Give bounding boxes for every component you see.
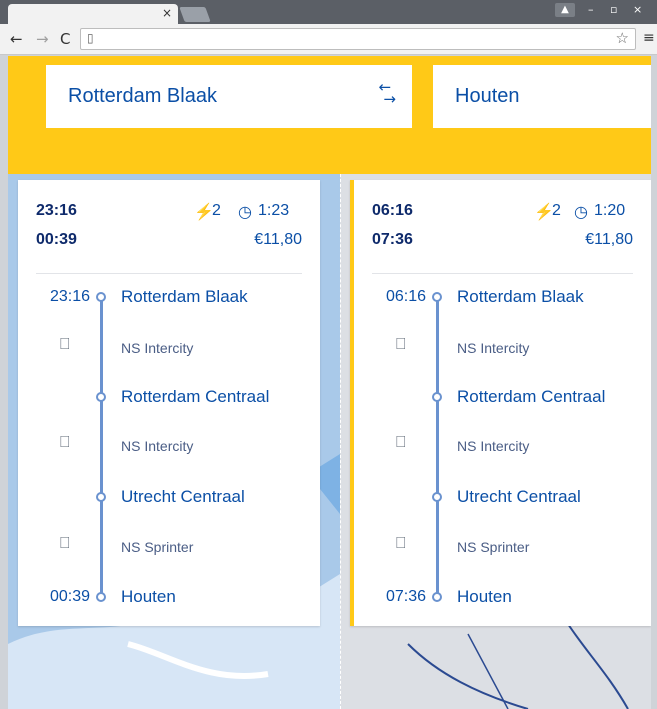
stop-time: 23:16	[49, 288, 90, 305]
map-road	[407, 643, 529, 709]
departure-time: 23:16	[36, 202, 77, 219]
stop-name[interactable]: Rotterdam Blaak	[457, 287, 584, 307]
bookmark-star-icon[interactable]: ☆	[616, 29, 629, 47]
transfer-count: 2	[552, 202, 561, 219]
train-icon: ⎕	[60, 533, 70, 552]
transfers-icon: ⚡	[194, 204, 214, 221]
stop-name[interactable]: Rotterdam Centraal	[457, 387, 605, 407]
search-band: Rotterdam Blaak ← → Houten	[8, 56, 651, 174]
duration: 1:20	[594, 202, 626, 219]
browser-window: × ▲ – ▫ × ← → C ▯ ☆ ≡ Rotterdam Blaak ← …	[0, 0, 657, 709]
stop-name[interactable]: Houten	[121, 587, 176, 607]
transfers-icon: ⚡	[534, 204, 554, 221]
train-icon: ⎕	[396, 334, 406, 353]
train-icon: ⎕	[396, 432, 406, 451]
train-icon: ⎕	[60, 432, 70, 451]
train-type: NS Intercity	[457, 438, 530, 454]
train-type: NS Sprinter	[457, 539, 530, 555]
stop-name[interactable]: Houten	[457, 587, 512, 607]
route-node	[432, 392, 442, 402]
user-profile-icon[interactable]: ▲	[555, 3, 575, 17]
reload-icon[interactable]: C	[60, 30, 70, 48]
map-road	[467, 633, 509, 709]
arrival-time: 07:36	[372, 231, 413, 248]
price: €11,80	[254, 231, 302, 248]
browser-tab[interactable]: ×	[8, 4, 178, 24]
clock-icon: ◷	[238, 204, 252, 221]
stop-name[interactable]: Rotterdam Blaak	[121, 287, 248, 307]
route-node	[432, 492, 442, 502]
to-station-text: Houten	[455, 85, 520, 107]
route-line	[436, 297, 439, 597]
departure-time: 06:16	[372, 202, 413, 219]
train-type: NS Intercity	[121, 340, 194, 356]
separator	[36, 273, 302, 274]
arrival-time: 00:39	[36, 231, 77, 248]
page-viewport: Rotterdam Blaak ← → Houten 23:16 00:39 ⚡…	[8, 56, 651, 709]
address-bar[interactable]: ▯ ☆	[80, 28, 636, 50]
stop-name[interactable]: Utrecht Centraal	[121, 487, 245, 507]
minimize-icon[interactable]: –	[588, 3, 594, 16]
train-type: NS Sprinter	[121, 539, 194, 555]
browser-toolbar: ← → C ▯ ☆ ≡	[0, 24, 657, 55]
route-node	[432, 592, 442, 602]
title-bar: × ▲ – ▫ ×	[0, 0, 657, 24]
stop-time: 07:36	[385, 588, 426, 605]
price: €11,80	[585, 231, 633, 248]
trip-card[interactable]: 23:16 00:39 ⚡ 2 ◷ 1:23 €11,80 23:16 Rott…	[18, 180, 320, 626]
train-icon: ⎕	[60, 334, 70, 353]
page-icon: ▯	[87, 31, 94, 45]
train-icon: ⎕	[396, 533, 406, 552]
transfer-count: 2	[212, 202, 221, 219]
back-icon[interactable]: ←	[10, 30, 23, 48]
from-station-text: Rotterdam Blaak	[68, 85, 217, 107]
train-type: NS Intercity	[121, 438, 194, 454]
route-node	[96, 392, 106, 402]
stop-name[interactable]: Rotterdam Centraal	[121, 387, 269, 407]
route-node	[96, 292, 106, 302]
train-type: NS Intercity	[457, 340, 530, 356]
clock-icon: ◷	[574, 204, 588, 221]
tab-close-icon[interactable]: ×	[162, 6, 172, 20]
stop-time: 00:39	[49, 588, 90, 605]
maximize-icon[interactable]: ▫	[610, 3, 617, 16]
trip-card-selected[interactable]: 06:16 07:36 ⚡ 2 ◷ 1:20 €11,80 06:16 Rott…	[350, 180, 651, 626]
route-line	[100, 297, 103, 597]
route-node	[432, 292, 442, 302]
route-node	[96, 492, 106, 502]
close-window-icon[interactable]: ×	[633, 3, 642, 16]
swap-icon[interactable]: ← →	[379, 80, 396, 107]
from-station-field[interactable]: Rotterdam Blaak ← →	[46, 65, 412, 128]
forward-icon[interactable]: →	[36, 30, 49, 48]
menu-icon[interactable]: ≡	[643, 30, 655, 46]
stop-time: 06:16	[385, 288, 426, 305]
stop-name[interactable]: Utrecht Centraal	[457, 487, 581, 507]
route-node	[96, 592, 106, 602]
page-divider	[340, 174, 342, 709]
duration: 1:23	[258, 202, 290, 219]
map-road	[567, 623, 629, 709]
to-station-field[interactable]: Houten	[433, 65, 651, 128]
separator	[372, 273, 633, 274]
new-tab-button[interactable]	[179, 7, 211, 22]
